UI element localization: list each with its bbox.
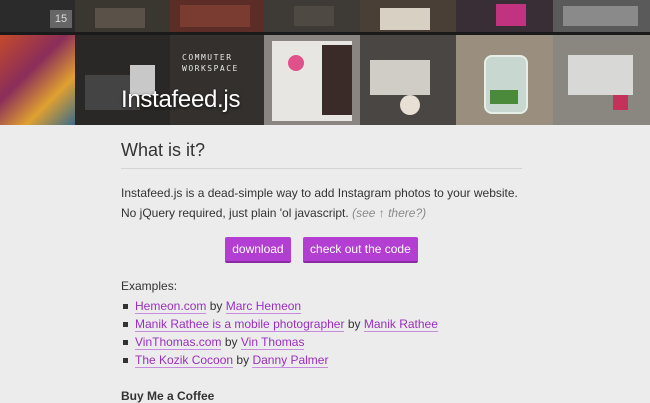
list-item: The Kozik Cocoon by Danny Palmer bbox=[123, 351, 522, 369]
example-author-link[interactable]: Manik Rathee bbox=[363, 317, 438, 332]
view-code-button[interactable]: check out the code bbox=[303, 237, 418, 263]
photo-tile[interactable]: 15 bbox=[0, 0, 75, 32]
download-button[interactable]: download bbox=[225, 237, 291, 263]
by-text: by bbox=[224, 335, 238, 349]
photo-tile[interactable] bbox=[553, 35, 650, 125]
photo-tile[interactable] bbox=[456, 35, 553, 125]
example-site-link[interactable]: Hemeon.com bbox=[135, 299, 207, 314]
photo-tile[interactable] bbox=[264, 35, 360, 125]
examples-label: Examples: bbox=[121, 279, 178, 293]
photo-tile[interactable] bbox=[170, 0, 264, 32]
photo-tile[interactable] bbox=[360, 0, 456, 32]
by-text: by bbox=[347, 317, 361, 331]
example-site-link[interactable]: Manik Rathee is a mobile photographer bbox=[135, 317, 345, 332]
example-site-link[interactable]: The Kozik Cocoon bbox=[135, 353, 234, 368]
bullet-icon bbox=[123, 358, 128, 363]
photo-strip-bottom: COMMUTER WORKSPACE bbox=[0, 35, 650, 125]
example-author-link[interactable]: Vin Thomas bbox=[240, 335, 305, 350]
bullet-icon bbox=[123, 322, 128, 327]
example-author-link[interactable]: Danny Palmer bbox=[252, 353, 329, 368]
list-item: VinThomas.com by Vin Thomas bbox=[123, 333, 522, 351]
site-title: Instafeed.js bbox=[121, 86, 241, 113]
by-text: by bbox=[209, 299, 223, 313]
list-item: Hemeon.com by Marc Hemeon bbox=[123, 297, 522, 315]
bullet-icon bbox=[123, 304, 128, 309]
photo-tile[interactable] bbox=[360, 35, 456, 125]
main-content: What is it? Instafeed.js is a dead-simpl… bbox=[121, 140, 522, 403]
photo-tile[interactable] bbox=[264, 0, 360, 32]
bullet-icon bbox=[123, 340, 128, 345]
coffee-heading: Buy Me a Coffee bbox=[121, 389, 215, 403]
photo-tile-text: COMMUTER WORKSPACE bbox=[182, 53, 239, 73]
photo-tile[interactable] bbox=[456, 0, 553, 32]
list-item: Manik Rathee is a mobile photographer by… bbox=[123, 315, 522, 333]
photo-tile[interactable] bbox=[75, 0, 170, 32]
by-text: by bbox=[236, 353, 250, 367]
action-buttons: download check out the code bbox=[121, 237, 522, 263]
example-site-link[interactable]: VinThomas.com bbox=[135, 335, 222, 350]
photo-tile[interactable] bbox=[0, 35, 75, 125]
photo-strip-top: 15 bbox=[0, 0, 650, 32]
examples-list: Hemeon.com by Marc Hemeon Manik Rathee i… bbox=[121, 297, 522, 369]
intro-text: Instafeed.js is a dead-simple way to add… bbox=[121, 186, 518, 220]
section-heading: What is it? bbox=[121, 140, 522, 169]
intro-note: (see ↑ there?) bbox=[352, 206, 427, 220]
example-author-link[interactable]: Marc Hemeon bbox=[225, 299, 302, 314]
hero-banner: 15 COMMUTER WORKSPACE Instafeed.js bbox=[0, 0, 650, 125]
photo-tile[interactable] bbox=[553, 0, 650, 32]
intro-paragraph: Instafeed.js is a dead-simple way to add… bbox=[121, 183, 522, 223]
